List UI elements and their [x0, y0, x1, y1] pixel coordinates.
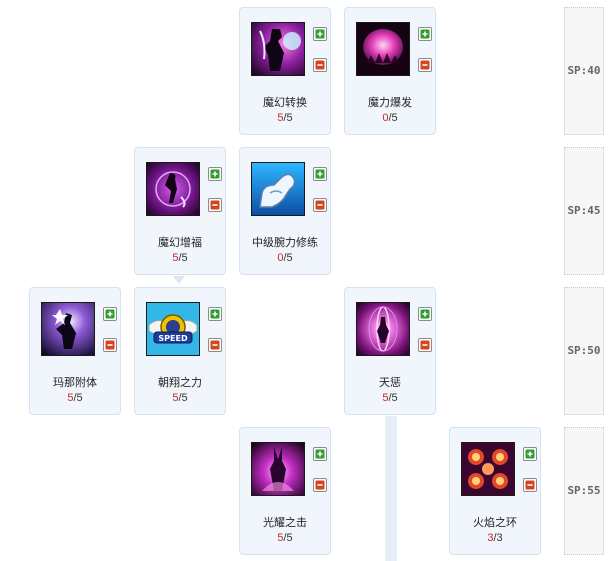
skill-name: 火焰之环 [473, 517, 517, 529]
skill-name: 中级腕力修练 [252, 237, 318, 249]
skill-card: SPEED 朝翔之力 5/5 [134, 287, 226, 415]
remove-point-button[interactable] [523, 478, 537, 492]
skill-level: 3/3 [487, 532, 503, 544]
heaven-punish-icon[interactable] [356, 302, 410, 356]
skill-level: 0/5 [382, 112, 398, 124]
skill-card: 玛那附体 5/5 [29, 287, 121, 415]
skill-name: 光耀之击 [263, 517, 307, 529]
skill-level: 0/5 [277, 252, 293, 264]
add-point-button[interactable] [208, 307, 222, 321]
skill-card: 魔幻增福 5/5 [134, 147, 226, 275]
mage-transform-icon[interactable] [251, 22, 305, 76]
remove-point-button[interactable] [418, 338, 432, 352]
prerequisite-arrow [173, 276, 185, 284]
sp-requirement: SP:40 [564, 7, 604, 135]
remove-point-button[interactable] [208, 338, 222, 352]
add-point-button[interactable] [523, 447, 537, 461]
add-point-button[interactable] [313, 27, 327, 41]
skill-name: 魔力爆发 [368, 97, 412, 109]
skill-name: 玛那附体 [53, 377, 97, 389]
add-point-button[interactable] [418, 27, 432, 41]
skill-level: 5/5 [277, 532, 293, 544]
skill-level: 5/5 [382, 392, 398, 404]
speed-wings-icon[interactable]: SPEED [146, 302, 200, 356]
skill-level: 5/5 [67, 392, 83, 404]
speed-badge-text: SPEED [158, 334, 188, 343]
skill-card: 火焰之环 3/3 [449, 427, 541, 555]
skill-card: 天惩 5/5 [344, 287, 436, 415]
flame-ring-icon[interactable] [461, 442, 515, 496]
add-point-button[interactable] [313, 447, 327, 461]
radiant-strike-icon[interactable] [251, 442, 305, 496]
skill-level: 5/5 [172, 252, 188, 264]
sp-requirement: SP:45 [564, 147, 604, 275]
remove-point-button[interactable] [418, 58, 432, 72]
add-point-button[interactable] [418, 307, 432, 321]
remove-point-button[interactable] [103, 338, 117, 352]
skill-name: 天惩 [379, 377, 401, 389]
remove-point-button[interactable] [313, 58, 327, 72]
sp-requirement: SP:55 [564, 427, 604, 555]
arm-muscle-icon[interactable] [251, 162, 305, 216]
skill-card: 魔幻转换 5/5 [239, 7, 331, 135]
add-point-button[interactable] [208, 167, 222, 181]
remove-point-button[interactable] [313, 198, 327, 212]
sp-requirement: SP:50 [564, 287, 604, 415]
skill-level: 5/5 [277, 112, 293, 124]
add-point-button[interactable] [313, 167, 327, 181]
skill-card: 光耀之击 5/5 [239, 427, 331, 555]
skill-link-vertical [385, 416, 397, 561]
mage-blessing-icon[interactable] [146, 162, 200, 216]
skill-level: 5/5 [172, 392, 188, 404]
skill-name: 魔幻增福 [158, 237, 202, 249]
skill-name: 魔幻转换 [263, 97, 307, 109]
skill-card: 中级腕力修练 0/5 [239, 147, 331, 275]
add-point-button[interactable] [103, 307, 117, 321]
skill-card: 魔力爆发 0/5 [344, 7, 436, 135]
mana-possession-icon[interactable] [41, 302, 95, 356]
remove-point-button[interactable] [313, 478, 327, 492]
remove-point-button[interactable] [208, 198, 222, 212]
mana-burst-icon[interactable] [356, 22, 410, 76]
skill-name: 朝翔之力 [158, 377, 202, 389]
